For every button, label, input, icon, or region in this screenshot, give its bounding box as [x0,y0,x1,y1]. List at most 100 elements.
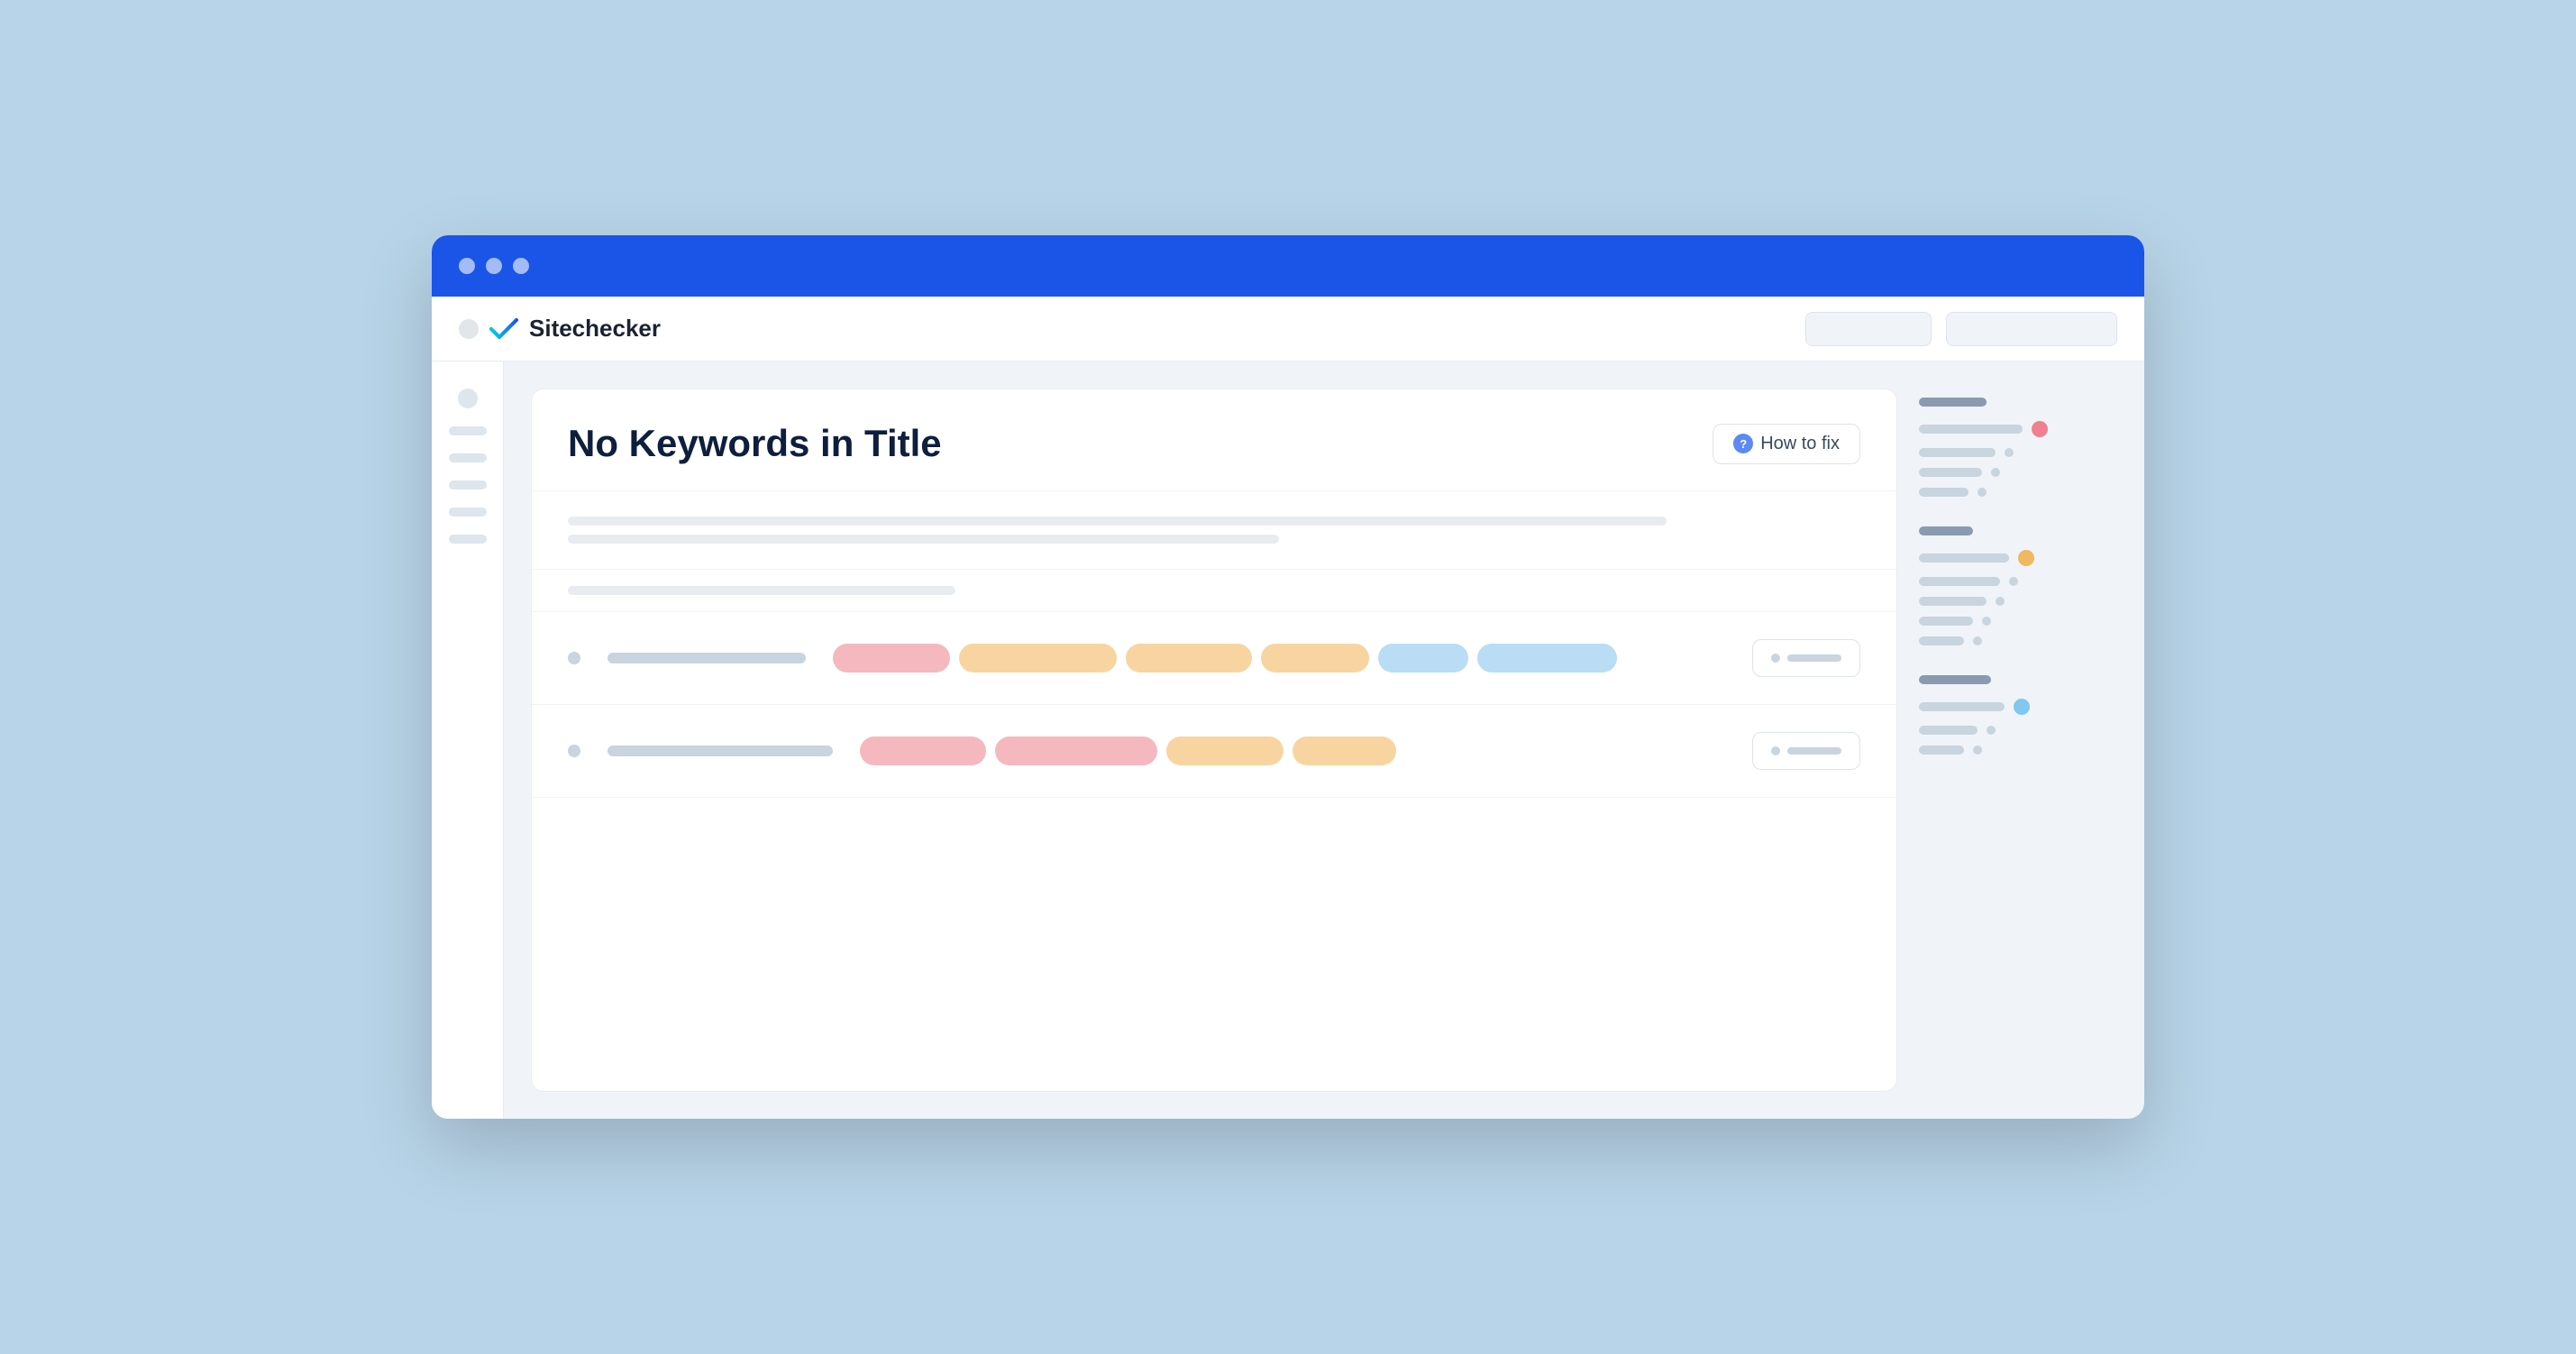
rs-bar [1919,468,1982,477]
rs-item [1919,611,2117,631]
rs-item [1919,462,2117,482]
rs-bar [1919,577,2000,586]
row-action-button-2[interactable] [1752,732,1860,770]
traffic-light-green [513,258,529,274]
sidebar-nav-item-3[interactable] [449,480,487,489]
keyword-tag-pink-1[interactable] [833,644,950,672]
how-to-fix-button[interactable]: ? How to fix [1713,424,1860,464]
keyword-tag-blue-1[interactable] [1378,644,1468,672]
rs-status-dot-red [2032,421,2048,437]
browser-titlebar [432,235,2144,297]
rs-item [1919,443,2117,462]
table-row [532,705,1896,798]
rs-small-dot [2009,577,2018,586]
rs-item [1919,572,2117,591]
rs-bar [1919,488,1969,497]
rs-item [1919,740,2117,760]
btn-label-bar [1787,654,1841,662]
btn-icon-dot [1771,654,1780,663]
rs-item [1919,416,2117,443]
rs-item [1919,482,2117,502]
nav-button-1[interactable] [1805,312,1932,346]
rs-bar [1919,425,2023,434]
logo-icon [488,316,520,342]
right-sidebar [1919,389,2117,1092]
card-header: No Keywords in Title ? How to fix [532,389,1896,491]
keyword-tag-blue-2[interactable] [1477,644,1617,672]
rs-small-dot [1973,636,1982,645]
keyword-tag-orange-5[interactable] [1293,736,1396,765]
desc-line-2 [568,535,1279,544]
main-layout: No Keywords in Title ? How to fix [432,361,2144,1119]
tags-area [833,644,1725,672]
tags-area [860,736,1725,765]
table-row [532,612,1896,705]
rs-status-dot-blue [2014,699,2030,715]
rs-small-dot [1978,488,1987,497]
keyword-tag-orange-3[interactable] [1261,644,1369,672]
btn-icon-dot [1771,746,1780,755]
keyword-tag-orange-1[interactable] [959,644,1117,672]
rs-bar [1919,702,2005,711]
keyword-tag-orange-2[interactable] [1126,644,1252,672]
sidebar-nav-item-5[interactable] [449,535,487,544]
table-header-row [532,570,1896,612]
rs-bar [1919,746,1964,755]
main-card: No Keywords in Title ? How to fix [531,389,1897,1092]
logo-text: Sitechecker [529,315,661,343]
keyword-tag-orange-4[interactable] [1166,736,1283,765]
keyword-tag-pink-3[interactable] [995,736,1157,765]
rs-small-dot [1973,746,1982,755]
navbar: Sitechecker [432,297,2144,361]
row-indicator-dot [568,745,580,757]
rs-bar [1919,726,1978,735]
rs-bar [1919,597,1987,606]
keyword-tag-pink-2[interactable] [860,736,986,765]
content-area: No Keywords in Title ? How to fix [504,361,2144,1119]
card-title: No Keywords in Title [568,422,942,465]
rs-item [1919,720,2117,740]
rs-item [1919,591,2117,611]
rs-bar [1919,553,2009,563]
row-action-button-1[interactable] [1752,639,1860,677]
rs-bar [1919,636,1964,645]
nav-button-2[interactable] [1946,312,2117,346]
rs-group-3 [1919,675,2117,773]
left-sidebar [432,361,504,1119]
rs-group-2 [1919,526,2117,664]
btn-label-bar [1787,747,1841,755]
browser-window: Sitechecker No Keywords in Title [432,235,2144,1119]
row-indicator-dot [568,652,580,664]
rs-small-dot [1987,726,1996,735]
logo-area: Sitechecker [459,315,661,343]
rs-group-1 [1919,398,2117,516]
rs-group-2-title [1919,526,1973,535]
sidebar-nav-dot-1[interactable] [458,389,478,408]
logo-circle-decoration [459,319,479,339]
rs-small-dot [1991,468,2000,477]
traffic-light-yellow [486,258,502,274]
how-to-fix-label: How to fix [1760,434,1840,454]
rs-small-dot [2005,448,2014,457]
how-to-fix-icon: ? [1733,434,1753,453]
rs-small-dot [1996,597,2005,606]
rs-item [1919,544,2117,572]
traffic-light-red [459,258,475,274]
row-url-bar [607,746,833,756]
sidebar-nav-item-1[interactable] [449,426,487,435]
rs-item [1919,631,2117,651]
description-area [532,491,1896,570]
rs-bar [1919,448,1996,457]
rs-group-1-title [1919,398,1987,407]
rs-bar [1919,617,1973,626]
rs-small-dot [1982,617,1991,626]
sidebar-nav-item-4[interactable] [449,508,487,517]
sidebar-nav-item-2[interactable] [449,453,487,462]
table-header-placeholder [568,586,955,595]
rs-status-dot-orange [2018,550,2034,566]
rs-group-3-title [1919,675,1991,684]
row-url-bar [607,653,806,663]
rs-item [1919,693,2117,720]
desc-line-1 [568,517,1667,526]
navbar-right [1805,312,2117,346]
